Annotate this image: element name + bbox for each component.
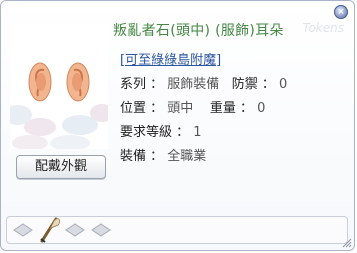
job-value: 全職業 [167,149,207,164]
level-label: 要求等級 [120,125,173,140]
quill-icon[interactable] [38,215,62,243]
watermark: Tokens [302,21,344,35]
category-value: 服飾裝備 [167,77,220,92]
resize-grip-icon[interactable] [342,238,352,248]
position-label: 位置 [120,101,147,116]
job-label: 裝備 [120,149,147,164]
ear-right-icon [66,62,90,102]
defense-label: 防禦 [231,77,258,92]
ear-left-icon [28,62,52,102]
level-value: 1 [193,125,202,140]
enchant-info-link[interactable]: [可至綠綠島附魔] [120,49,221,68]
attr-row-category: 系列 ： 服飾裝備 防禦 ： 0 [120,77,288,92]
item-image [10,25,108,149]
attr-row-level: 要求等級 ： 1 [120,125,202,140]
attr-row-position: 位置 ： 頭中 重量 ： 0 [120,101,266,116]
weight-value: 0 [257,101,266,116]
item-title: 叛亂者石(頭中) (服飾)耳朵 [113,23,284,39]
item-info-window: Tokens × 叛亂者石(頭中) (服飾)耳朵 配戴外觀 [可至綠綠島附魔] … [0,0,355,251]
empty-card-slot-icon[interactable] [13,223,33,237]
wear-appearance-button[interactable]: 配戴外觀 [16,155,106,179]
defense-value: 0 [279,77,288,92]
category-label: 系列 [120,77,147,92]
position-value: 頭中 [167,101,194,116]
close-icon[interactable]: × [334,5,348,19]
empty-card-slot-icon[interactable] [65,223,85,237]
card-slot-bar [6,216,348,244]
empty-card-slot-icon[interactable] [91,223,111,237]
weight-label: 重量 [209,101,236,116]
attr-row-job: 裝備 ： 全職業 [120,149,207,164]
